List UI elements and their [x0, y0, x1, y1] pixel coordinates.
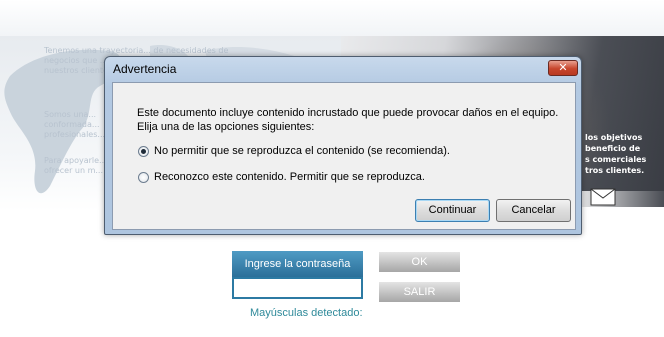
bg-text-line: profesionales... — [44, 130, 106, 139]
photo-caption-line: tros clientes. — [585, 166, 645, 175]
radio-block-content[interactable] — [138, 145, 149, 157]
radio-allow-content[interactable] — [138, 171, 149, 183]
bg-text-line: Tenemos una trayectoria... de necesidade… — [44, 46, 229, 55]
dialog-message: Este documento incluye contenido incrust… — [137, 106, 558, 134]
close-icon[interactable]: ✕ — [548, 60, 578, 76]
mail-icon[interactable] — [590, 188, 616, 206]
bg-text-line: ofrecer un m... — [44, 166, 104, 175]
option-block-content[interactable]: No permitir que se reproduzca el conteni… — [138, 145, 450, 157]
password-label: Ingrese la contraseña — [232, 251, 363, 277]
continue-button[interactable]: Continuar — [415, 199, 490, 222]
caps-lock-message: Mayúsculas detectado: — [250, 307, 363, 319]
ok-button[interactable]: OK — [379, 252, 460, 272]
photo-caption-line: los objetivos — [585, 133, 643, 142]
dialog-message-line: Elija una de las opciones siguientes: — [137, 121, 315, 133]
password-input[interactable] — [232, 277, 363, 299]
photo-caption: los objetivos beneficio de s comerciales… — [585, 132, 664, 176]
cancel-button[interactable]: Cancelar — [496, 199, 571, 222]
option-allow-content[interactable]: Reconozco este contenido. Permitir que s… — [138, 171, 425, 183]
bg-text-line: Somos una... — [44, 110, 97, 119]
option-block-content-label: No permitir que se reproduzca el conteni… — [154, 145, 450, 157]
dialog-title: Advertencia — [113, 62, 177, 76]
bg-text-line: Para apoyarle... — [44, 156, 107, 165]
warning-dialog: Advertencia ✕ Este documento incluye con… — [104, 56, 582, 235]
bg-text-line: negocios que ... — [44, 56, 108, 65]
photo-caption-line: s comerciales — [585, 155, 647, 164]
photo-caption-line: beneficio de — [585, 144, 641, 153]
exit-button[interactable]: SALIR — [379, 282, 460, 302]
option-allow-content-label: Reconozco este contenido. Permitir que s… — [154, 171, 425, 183]
bg-text-line: conformada... — [44, 120, 100, 129]
page-top-strip — [0, 0, 664, 40]
dialog-message-line: Este documento incluye contenido incrust… — [137, 107, 559, 119]
